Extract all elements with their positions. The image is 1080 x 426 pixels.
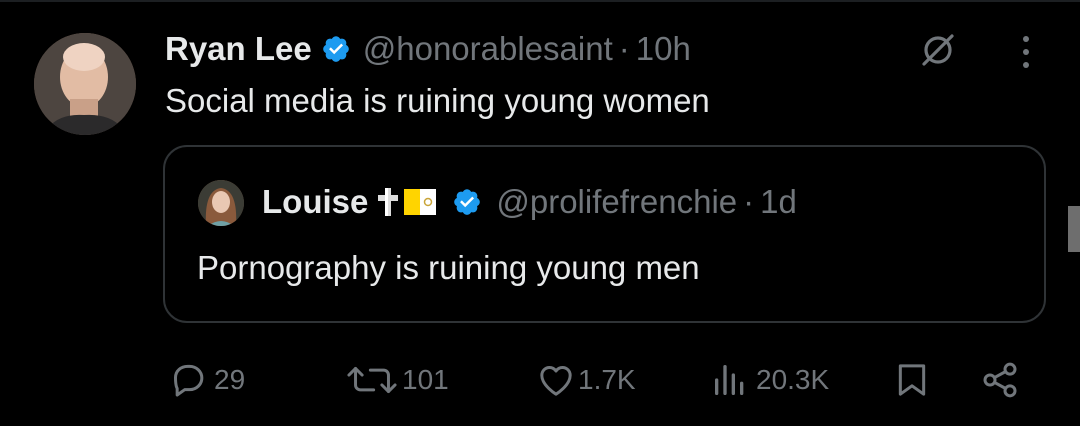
reply-icon (174, 364, 204, 397)
action-bar: 29 101 1.7K 20.3K (0, 352, 1080, 408)
share-icon (983, 362, 1017, 398)
reply-button[interactable]: 29 (168, 352, 245, 408)
quoted-tweet-timestamp[interactable]: 1d (760, 183, 797, 221)
tweet-header: Ryan Lee @honorablesaint · 10h (165, 28, 691, 70)
separator-dot: · (743, 183, 755, 220)
view-count: 20.3K (756, 364, 830, 395)
verified-badge-icon (454, 189, 481, 215)
top-divider (0, 0, 1080, 2)
avatar-image (34, 33, 136, 135)
like-count: 1.7K (578, 364, 636, 395)
quoted-author-handle[interactable]: @prolifefrenchie (496, 183, 737, 221)
quoted-avatar-image (198, 180, 244, 226)
quoted-tweet-card[interactable]: Louise @prolifefrenchie · 1d Pornography… (163, 145, 1046, 323)
repost-button[interactable]: 101 (344, 352, 449, 408)
scrollbar-thumb[interactable] (1068, 206, 1080, 252)
quoted-author-avatar[interactable] (198, 180, 244, 226)
reply-count: 29 (214, 364, 246, 395)
author-name[interactable]: Ryan Lee (165, 30, 312, 68)
bookmark-button[interactable] (892, 352, 932, 408)
grok-icon[interactable] (918, 30, 958, 70)
latin-cross-icon (378, 188, 399, 216)
author-handle[interactable]: @honorablesaint (363, 30, 613, 68)
like-button[interactable]: 1.7K (536, 352, 636, 408)
share-button[interactable] (980, 352, 1020, 408)
heart-icon (540, 366, 572, 396)
tweet-text: Social media is ruining young women (165, 82, 710, 119)
vatican-flag-icon (404, 189, 437, 215)
author-avatar[interactable] (34, 33, 136, 135)
views-chart-icon (715, 365, 744, 395)
bookmark-icon (898, 364, 926, 396)
separator-dot: · (618, 30, 630, 67)
quoted-author-name[interactable]: Louise (262, 183, 368, 221)
repost-count: 101 (402, 364, 449, 395)
verified-badge-icon (322, 36, 349, 62)
quoted-tweet-header: Louise @prolifefrenchie · 1d (262, 181, 797, 223)
views-button[interactable]: 20.3K (710, 352, 829, 408)
more-options-icon[interactable] (1011, 33, 1041, 71)
tweet-timestamp[interactable]: 10h (636, 30, 691, 68)
quoted-tweet-text: Pornography is ruining young men (197, 249, 700, 286)
repost-icon (347, 366, 397, 394)
